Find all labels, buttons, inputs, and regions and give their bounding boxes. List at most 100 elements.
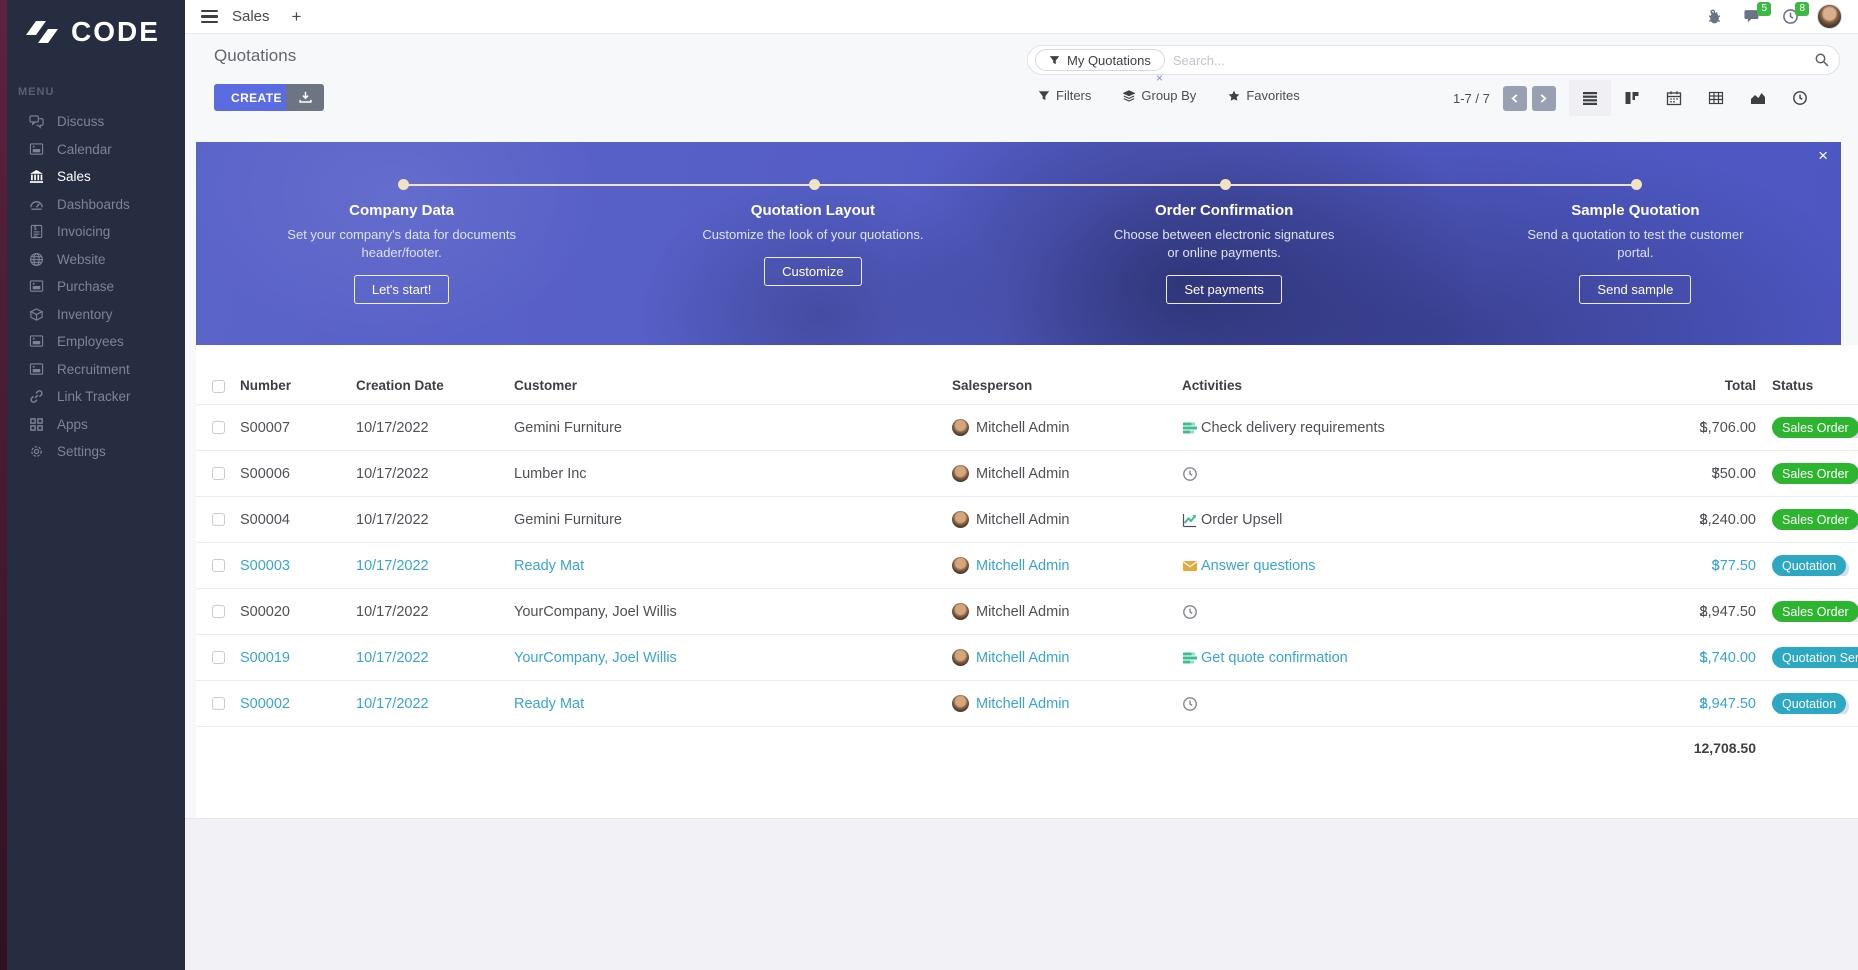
table-row[interactable]: S0002010/17/2022YourCompany, Joel Willis… [196, 589, 1858, 635]
activity-cell[interactable] [1173, 604, 1545, 620]
sidebar-item-employees[interactable]: Employees [0, 328, 185, 356]
header-salesperson[interactable]: Salesperson [943, 356, 1173, 393]
step-action-button[interactable]: Customize [764, 257, 861, 286]
search-bar[interactable]: My Quotations × [1027, 45, 1840, 75]
sidebar-item-website[interactable]: Website [0, 246, 185, 274]
table-row[interactable]: S0000210/17/2022Ready MatMitchell Admin$… [196, 681, 1858, 727]
quotation-number[interactable]: S00002 [236, 696, 348, 712]
sidebar-item-invoicing[interactable]: $Invoicing [0, 218, 185, 246]
step-action-button[interactable]: Send sample [1579, 275, 1691, 304]
status-badge: Sales Order [1772, 601, 1858, 622]
quotation-number[interactable]: S00020 [236, 604, 348, 620]
clock-icon[interactable] [1182, 466, 1198, 482]
total-amount: $377.50 [1545, 558, 1760, 574]
breadcrumb[interactable]: Quotations [214, 46, 296, 66]
clock-icon[interactable] [1182, 696, 1198, 712]
header-creation-date[interactable]: Creation Date [348, 356, 510, 393]
list-view-button[interactable] [1569, 80, 1611, 116]
chart-icon[interactable] [1182, 512, 1198, 528]
messages-icon[interactable]: 5 [1741, 6, 1763, 28]
header-status[interactable]: Status [1760, 356, 1858, 393]
calendar-view-button[interactable] [1653, 80, 1695, 116]
row-checkbox[interactable] [212, 605, 225, 618]
tasks-icon[interactable] [1182, 650, 1198, 666]
activities-clock-icon[interactable]: 8 [1779, 6, 1801, 28]
step-action-button[interactable]: Set payments [1166, 275, 1282, 304]
row-checkbox[interactable] [212, 467, 225, 480]
search-facet-my-quotations[interactable]: My Quotations [1035, 49, 1165, 71]
app-title[interactable]: Sales [232, 8, 270, 25]
sidebar-item-calendar[interactable]: Calendar [0, 136, 185, 164]
sidebar-item-link-tracker[interactable]: Link Tracker [0, 383, 185, 411]
favorites-button[interactable]: Favorites [1228, 88, 1299, 103]
search-icon[interactable] [1815, 53, 1829, 67]
sidebar-item-settings[interactable]: Settings [0, 438, 185, 466]
row-checkbox[interactable] [212, 421, 225, 434]
screen-icon [28, 361, 44, 377]
topbar: Sales + 5 8 [185, 0, 1858, 34]
tasks-icon[interactable] [1182, 420, 1198, 436]
envelope-icon[interactable] [1182, 558, 1198, 574]
activity-cell[interactable]: Order Upsell [1173, 512, 1545, 528]
customer-name: YourCompany, Joel Willis [510, 604, 943, 620]
row-checkbox[interactable] [212, 697, 225, 710]
new-tab-button[interactable]: + [292, 7, 302, 27]
activity-cell[interactable]: Check delivery requirements [1173, 420, 1545, 436]
groupby-button[interactable]: Group By [1123, 88, 1196, 103]
quotation-number[interactable]: S00007 [236, 420, 348, 436]
step-action-button[interactable]: Let's start! [354, 275, 450, 304]
quotation-number[interactable]: S00003 [236, 558, 348, 574]
sidebar-item-apps[interactable]: Apps [0, 411, 185, 439]
row-checkbox[interactable] [212, 651, 225, 664]
header-total[interactable]: Total [1545, 356, 1760, 393]
sidebar-item-sales[interactable]: Sales [0, 163, 185, 191]
salesperson-name: Mitchell Admin [976, 512, 1069, 528]
clock-icon[interactable] [1182, 604, 1198, 620]
select-all-checkbox[interactable] [212, 380, 225, 393]
table-row[interactable]: S0000710/17/2022Gemini FurnitureMitchell… [196, 405, 1858, 451]
table-row[interactable]: S0001910/17/2022YourCompany, Joel Willis… [196, 635, 1858, 681]
sidebar-item-inventory[interactable]: Inventory [0, 301, 185, 329]
header-number[interactable]: Number [236, 356, 348, 393]
debug-bug-icon[interactable] [1703, 6, 1725, 28]
row-checkbox[interactable] [212, 559, 225, 572]
activity-cell[interactable]: Answer questions [1173, 558, 1545, 574]
search-input[interactable] [1173, 53, 1815, 68]
pivot-view-icon [1708, 90, 1724, 106]
pager-previous-button[interactable] [1503, 86, 1527, 111]
pivot-view-button[interactable] [1695, 80, 1737, 116]
row-checkbox[interactable] [212, 513, 225, 526]
filters-button[interactable]: Filters [1038, 88, 1091, 103]
activity-cell[interactable]: Get quote confirmation [1173, 650, 1545, 666]
total-amount: $1,706.00 [1545, 420, 1760, 436]
globe-icon [28, 251, 44, 267]
quotation-number[interactable]: S00006 [236, 466, 348, 482]
quotation-number[interactable]: S00004 [236, 512, 348, 528]
graph-view-button[interactable] [1737, 80, 1779, 116]
sidebar-item-recruitment[interactable]: Recruitment [0, 356, 185, 384]
facet-remove-icon[interactable]: × [1156, 71, 1163, 85]
logo-double-arrow-icon [22, 17, 62, 47]
header-customer[interactable]: Customer [510, 356, 943, 393]
kanban-view-button[interactable] [1611, 80, 1653, 116]
pager-next-button[interactable] [1532, 86, 1556, 111]
sidebar-item-dashboards[interactable]: Dashboards [0, 191, 185, 219]
salesperson-name: Mitchell Admin [976, 420, 1069, 436]
table-row[interactable]: S0000310/17/2022Ready MatMitchell AdminA… [196, 543, 1858, 589]
user-avatar[interactable] [1817, 4, 1842, 29]
activity-cell[interactable] [1173, 696, 1545, 712]
salesperson-name: Mitchell Admin [976, 650, 1069, 666]
sidebar-item-discuss[interactable]: Discuss [0, 108, 185, 136]
activity-cell[interactable] [1173, 466, 1545, 482]
table-row[interactable]: S0000410/17/2022Gemini FurnitureMitchell… [196, 497, 1858, 543]
sidebar-item-purchase[interactable]: Purchase [0, 273, 185, 301]
activity-view-button[interactable] [1779, 80, 1821, 116]
hamburger-menu-icon[interactable] [201, 10, 218, 24]
export-button[interactable] [286, 84, 324, 111]
table-row[interactable]: S0000610/17/2022Lumber IncMitchell Admin… [196, 451, 1858, 497]
filter-funnel-icon [1049, 55, 1060, 66]
header-activities[interactable]: Activities [1173, 356, 1545, 393]
quotation-number[interactable]: S00019 [236, 650, 348, 666]
app-logo[interactable]: CODE [0, 0, 185, 48]
sidebar-item-label: Employees [57, 334, 124, 349]
